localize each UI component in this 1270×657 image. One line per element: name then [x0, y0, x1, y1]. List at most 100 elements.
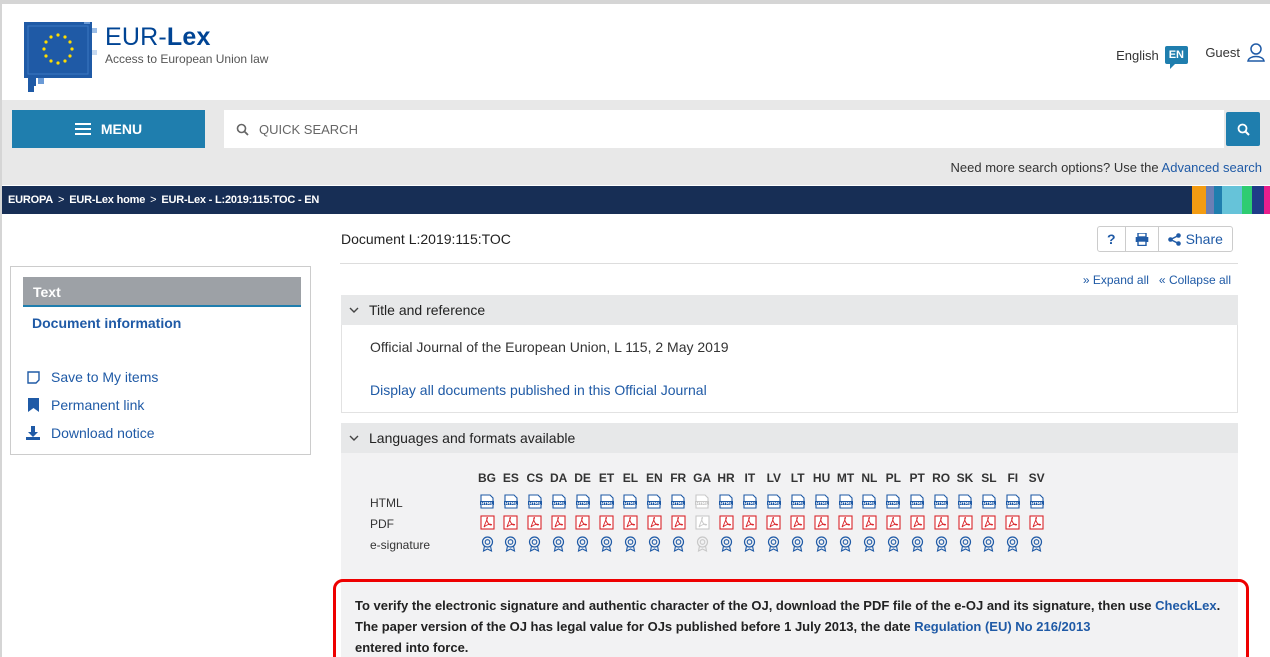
e-signature-icon[interactable] — [953, 533, 977, 554]
e-signature-icon[interactable] — [499, 533, 523, 554]
html-format-icon[interactable]: HTML — [905, 491, 929, 512]
pdf-format-icon[interactable] — [762, 512, 786, 533]
brand[interactable]: EUR-Lex Access to European Union law — [105, 24, 268, 66]
pdf-format-icon[interactable] — [714, 512, 738, 533]
menu-button[interactable]: MENU — [12, 110, 205, 148]
pdf-format-icon[interactable] — [499, 512, 523, 533]
share-button[interactable]: Share — [1159, 227, 1232, 251]
html-format-icon[interactable]: HTML — [1001, 491, 1025, 512]
html-format-icon[interactable]: HTML — [953, 491, 977, 512]
html-format-icon[interactable]: HTML — [547, 491, 571, 512]
breadcrumb-eurlex-home[interactable]: EUR-Lex home — [69, 194, 145, 206]
html-format-icon[interactable]: HTML — [977, 491, 1001, 512]
html-format-icon[interactable]: HTML — [834, 491, 858, 512]
e-signature-icon[interactable] — [1025, 533, 1049, 554]
download-notice-link[interactable]: Download notice — [25, 419, 158, 447]
html-format-icon[interactable]: HTML — [714, 491, 738, 512]
breadcrumb-europa[interactable]: EUROPA — [8, 194, 53, 206]
title-reference-panel-header[interactable]: Title and reference — [341, 295, 1238, 325]
html-format-icon[interactable]: HTML — [857, 491, 881, 512]
pdf-format-icon[interactable] — [953, 512, 977, 533]
e-signature-icon[interactable] — [929, 533, 953, 554]
e-signature-icon[interactable] — [857, 533, 881, 554]
pdf-format-icon[interactable] — [666, 512, 690, 533]
print-button[interactable] — [1126, 227, 1159, 251]
e-signature-icon[interactable] — [475, 533, 499, 554]
pdf-format-icon[interactable] — [1025, 512, 1049, 533]
e-signature-icon[interactable] — [881, 533, 905, 554]
expand-all-link[interactable]: » Expand all — [1083, 273, 1149, 287]
language-column-et: ET HTML — [595, 471, 619, 554]
quick-search-input[interactable]: QUICK SEARCH — [224, 110, 1224, 148]
pdf-format-icon — [690, 512, 714, 533]
eur-lex-logo[interactable] — [24, 22, 99, 92]
language-column-da: DA HTML — [547, 471, 571, 554]
pdf-format-icon[interactable] — [571, 512, 595, 533]
pdf-format-icon[interactable] — [1001, 512, 1025, 533]
e-signature-icon[interactable] — [905, 533, 929, 554]
language-column-sk: SK HTML — [953, 471, 977, 554]
e-signature-icon[interactable] — [666, 533, 690, 554]
html-format-icon[interactable]: HTML — [595, 491, 619, 512]
help-button[interactable]: ? — [1098, 227, 1126, 251]
pdf-format-icon[interactable] — [547, 512, 571, 533]
e-signature-icon[interactable] — [642, 533, 666, 554]
html-format-icon[interactable]: HTML — [523, 491, 547, 512]
html-format-icon[interactable]: HTML — [881, 491, 905, 512]
save-to-my-items-link[interactable]: Save to My items — [25, 363, 158, 391]
pdf-format-icon[interactable] — [642, 512, 666, 533]
e-signature-icon[interactable] — [1001, 533, 1025, 554]
html-format-icon[interactable]: HTML — [810, 491, 834, 512]
e-signature-icon[interactable] — [977, 533, 1001, 554]
languages-formats-panel-header[interactable]: Languages and formats available — [341, 423, 1238, 453]
pdf-format-icon[interactable] — [834, 512, 858, 533]
sidebar-item-document-information[interactable]: Document information — [32, 315, 181, 331]
e-signature-icon[interactable] — [523, 533, 547, 554]
e-signature-icon[interactable] — [547, 533, 571, 554]
pdf-format-icon[interactable] — [618, 512, 642, 533]
e-signature-icon[interactable] — [714, 533, 738, 554]
html-format-icon[interactable]: HTML — [738, 491, 762, 512]
language-column-fi: FI HTML — [1001, 471, 1025, 554]
html-format-icon[interactable]: HTML — [571, 491, 595, 512]
svg-text:HTML: HTML — [983, 500, 996, 505]
e-signature-icon[interactable] — [762, 533, 786, 554]
html-format-icon[interactable]: HTML — [666, 491, 690, 512]
pdf-format-icon[interactable] — [977, 512, 1001, 533]
sidebar-heading[interactable]: Text — [23, 277, 301, 305]
e-signature-icon[interactable] — [618, 533, 642, 554]
user-menu[interactable]: Guest — [1205, 42, 1266, 62]
pdf-format-icon[interactable] — [881, 512, 905, 533]
pdf-format-icon[interactable] — [905, 512, 929, 533]
html-format-icon[interactable]: HTML — [618, 491, 642, 512]
sidebar-actions: Save to My items Permanent link Download… — [25, 363, 158, 447]
html-format-icon[interactable]: HTML — [929, 491, 953, 512]
e-signature-icon[interactable] — [834, 533, 858, 554]
permanent-link[interactable]: Permanent link — [25, 391, 158, 419]
e-signature-icon[interactable] — [786, 533, 810, 554]
search-submit-button[interactable] — [1226, 112, 1260, 146]
pdf-format-icon[interactable] — [810, 512, 834, 533]
pdf-format-icon[interactable] — [857, 512, 881, 533]
html-format-icon[interactable]: HTML — [786, 491, 810, 512]
collapse-all-link[interactable]: « Collapse all — [1159, 273, 1231, 287]
pdf-format-icon[interactable] — [738, 512, 762, 533]
html-format-icon[interactable]: HTML — [499, 491, 523, 512]
e-signature-icon[interactable] — [810, 533, 834, 554]
pdf-format-icon[interactable] — [786, 512, 810, 533]
advanced-search-link[interactable]: Advanced search — [1162, 160, 1262, 175]
pdf-format-icon[interactable] — [595, 512, 619, 533]
html-format-icon[interactable]: HTML — [475, 491, 499, 512]
document-toolbar: ? Share — [1097, 226, 1233, 252]
html-format-icon[interactable]: HTML — [642, 491, 666, 512]
html-format-icon[interactable]: HTML — [762, 491, 786, 512]
e-signature-icon[interactable] — [571, 533, 595, 554]
pdf-format-icon[interactable] — [475, 512, 499, 533]
language-selector[interactable]: English EN — [1116, 46, 1188, 69]
html-format-icon[interactable]: HTML — [1025, 491, 1049, 512]
display-all-documents-link[interactable]: Display all documents published in this … — [370, 382, 707, 398]
pdf-format-icon[interactable] — [929, 512, 953, 533]
pdf-format-icon[interactable] — [523, 512, 547, 533]
e-signature-icon[interactable] — [738, 533, 762, 554]
e-signature-icon[interactable] — [595, 533, 619, 554]
